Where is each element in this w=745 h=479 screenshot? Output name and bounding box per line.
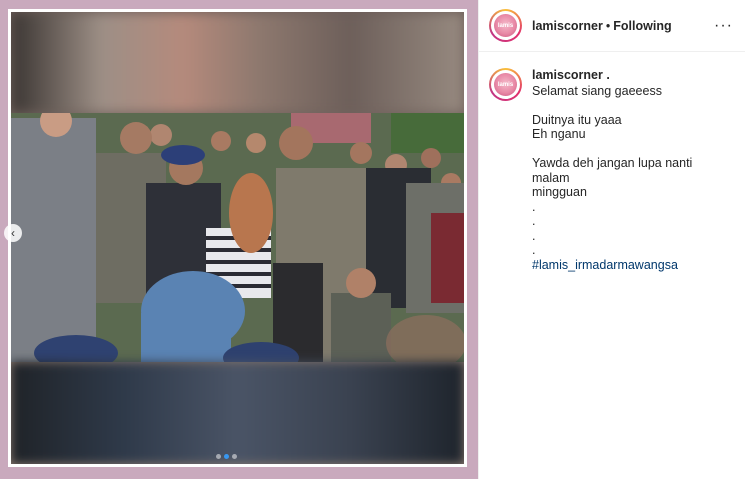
header-text: lamiscorner • Following <box>532 19 672 33</box>
photo-illustration <box>11 113 464 362</box>
caption-line: . <box>532 214 536 228</box>
profile-logo-icon: lamis <box>494 73 517 96</box>
previous-slide-button[interactable]: ‹ <box>4 224 22 242</box>
avatar-ring: lamis <box>491 11 520 40</box>
more-options-icon[interactable]: ··· <box>714 17 733 35</box>
caption-body: lamiscorner . Selamat siang gaeeess Duitn… <box>532 68 733 272</box>
caption-line: Eh nganu <box>532 127 586 141</box>
hashtag-link[interactable]: #lamis_irmadarmawangsa <box>532 258 733 273</box>
caption-line <box>532 98 733 113</box>
blurred-background-top <box>11 12 464 113</box>
blurred-background-bottom <box>11 362 464 464</box>
caption-line: . <box>532 199 536 214</box>
avatar[interactable]: lamis <box>489 9 522 42</box>
post-photo[interactable] <box>11 113 464 362</box>
media-frame <box>8 9 467 467</box>
caption-line <box>532 142 733 157</box>
post-media[interactable] <box>11 12 464 464</box>
caption-line: Selamat siang gaeeess <box>532 83 662 98</box>
caption-line: . <box>532 243 536 257</box>
separator: • <box>605 18 611 33</box>
username-link[interactable]: lamiscorner <box>532 19 603 33</box>
carousel-dot <box>224 454 229 459</box>
chevron-left-icon: ‹ <box>11 226 15 240</box>
media-panel: ‹ <box>0 0 478 479</box>
post-header: lamis lamiscorner • Following ··· <box>479 0 745 52</box>
carousel-dot <box>232 454 237 459</box>
caption-line: mingguan <box>532 185 587 199</box>
caption-text: Selamat siang gaeeess Duitnya itu yaaa Eh … <box>532 84 733 258</box>
caption-avatar-ring: lamis <box>491 70 520 99</box>
caption-line: . <box>532 228 536 243</box>
caption-line: Yawda deh jangan lupa nanti malam <box>532 156 696 185</box>
follow-status-button[interactable]: Following <box>613 19 671 33</box>
post-details-panel: lamis lamiscorner • Following ··· lamis la… <box>478 0 745 479</box>
carousel-dot <box>216 454 221 459</box>
profile-logo-icon: lamis <box>494 14 517 37</box>
carousel-indicator <box>216 454 237 459</box>
caption-username-link[interactable]: lamiscorner . <box>532 68 733 83</box>
caption: lamis lamiscorner . Selamat siang gaeees… <box>479 52 745 272</box>
caption-line: Duitnya itu yaaa <box>532 112 622 127</box>
caption-avatar[interactable]: lamis <box>489 68 522 101</box>
